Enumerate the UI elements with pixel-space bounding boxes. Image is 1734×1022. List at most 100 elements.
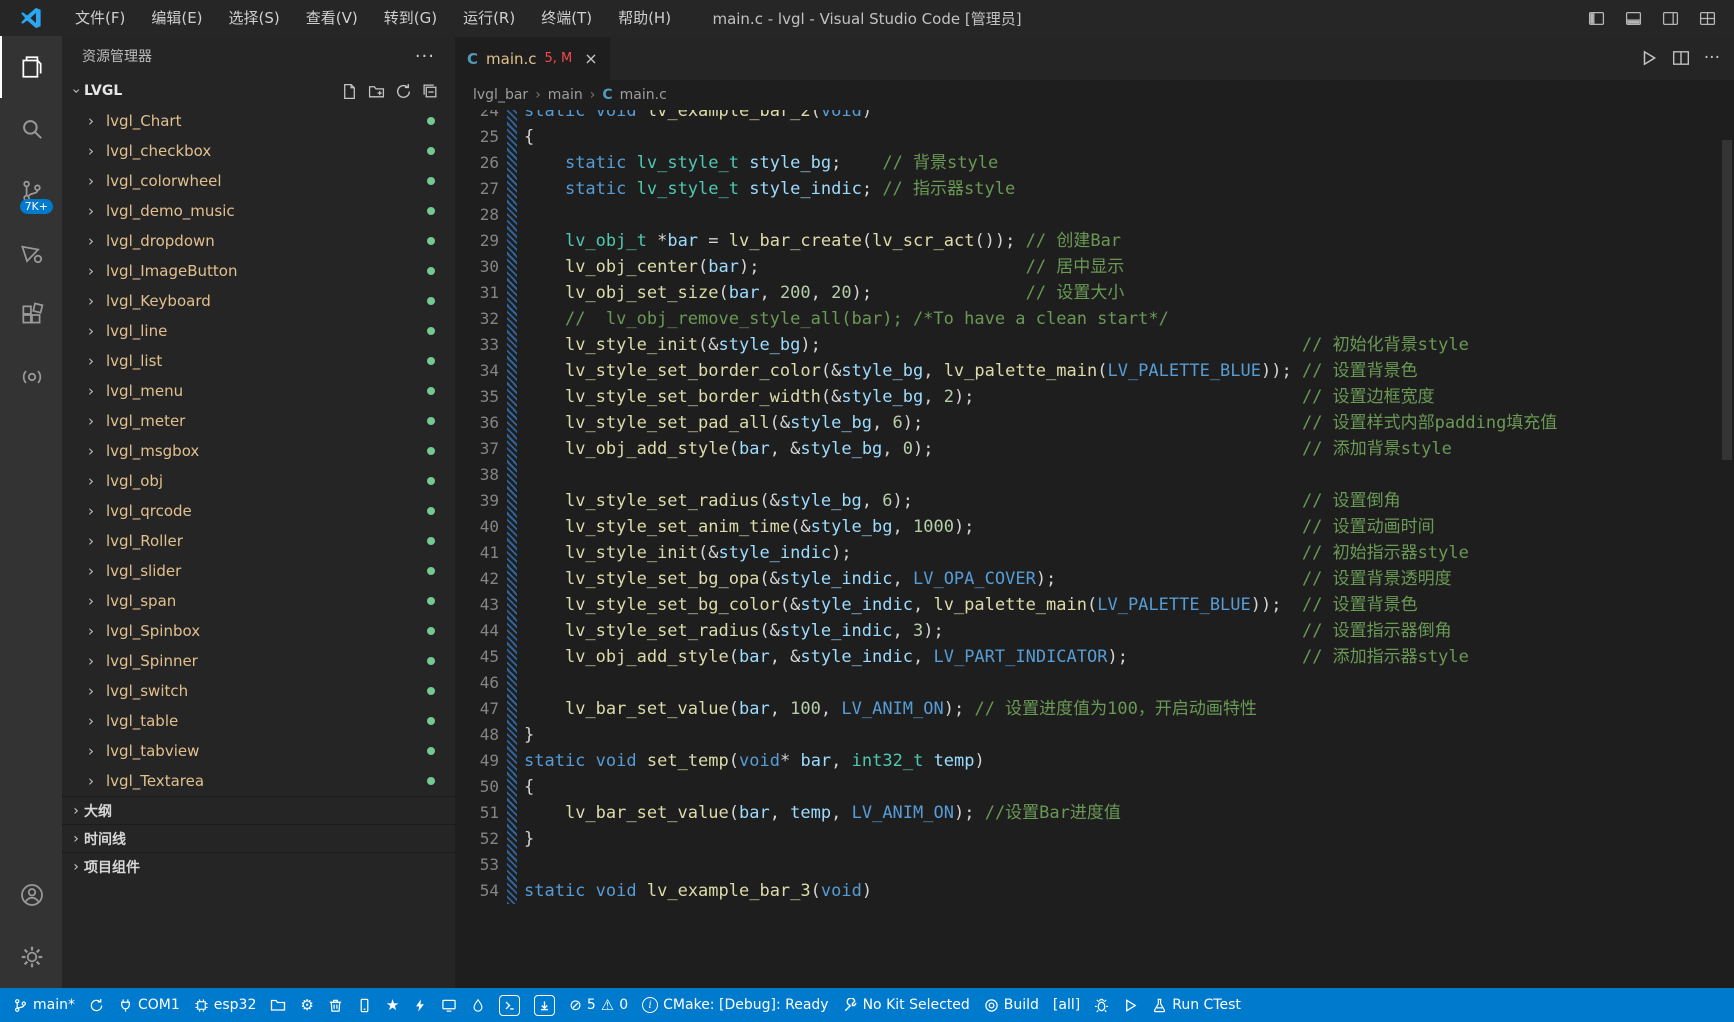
cmake-status-item[interactable]: i CMake: [Debug]: Ready — [635, 988, 835, 1022]
code-line-29[interactable]: 29 lv_obj_t *bar = lv_bar_create(lv_scr_… — [455, 228, 1734, 254]
sidebar-section-时间线[interactable]: ›时间线 — [62, 824, 455, 852]
cmake-build-button[interactable]: Build — [977, 988, 1046, 1022]
code-line-35[interactable]: 35 lv_style_set_border_width(&style_bg, … — [455, 384, 1734, 410]
more-actions-icon[interactable]: ··· — [1704, 48, 1720, 68]
build-target-item[interactable]: [all] — [1046, 988, 1087, 1022]
tree-item-lvgl_ImageButton[interactable]: ›lvgl_ImageButton — [62, 256, 455, 286]
menu-item[interactable]: 编辑(E) — [138, 0, 215, 36]
more-actions-icon[interactable]: ··· — [415, 46, 435, 67]
menu-item[interactable]: 转到(G) — [371, 0, 450, 36]
code-line-49[interactable]: 49static void set_temp(void* bar, int32_… — [455, 748, 1734, 774]
search-activity-icon[interactable] — [0, 98, 62, 160]
cmake-debug-button[interactable] — [1087, 988, 1116, 1022]
code-line-53[interactable]: 53 — [455, 852, 1734, 878]
split-editor-icon[interactable] — [1672, 49, 1690, 67]
tree-item-lvgl_switch[interactable]: ›lvgl_switch — [62, 676, 455, 706]
tab-main-c[interactable]: C main.c 5, M × — [455, 36, 610, 80]
explorer-section-lvgl[interactable]: › LVGL — [62, 76, 455, 106]
tree-item-lvgl_slider[interactable]: ›lvgl_slider — [62, 556, 455, 586]
new-file-icon[interactable] — [341, 83, 358, 100]
sync-changes-item[interactable] — [82, 988, 111, 1022]
tree-item-lvgl_Keyboard[interactable]: ›lvgl_Keyboard — [62, 286, 455, 316]
code-line-24[interactable]: 24static void lv_example_bar_2(void) — [455, 110, 1734, 124]
cmake-kit-item[interactable]: No Kit Selected — [836, 988, 977, 1022]
breadcrumb[interactable]: lvgl_bar › main › C main.c — [455, 80, 1734, 110]
code-line-27[interactable]: 27 static lv_style_t style_indic; // 指示器… — [455, 176, 1734, 202]
customize-layout-icon[interactable] — [1699, 10, 1716, 27]
breadcrumb-file[interactable]: main.c — [620, 87, 667, 103]
monitor-button[interactable] — [434, 988, 464, 1022]
account-icon[interactable] — [0, 864, 62, 926]
menu-item[interactable]: 查看(V) — [293, 0, 371, 36]
code-line-42[interactable]: 42 lv_style_set_bg_opa(&style_indic, LV_… — [455, 566, 1734, 592]
tree-item-lvgl_Textarea[interactable]: ›lvgl_Textarea — [62, 766, 455, 796]
menu-item[interactable]: 选择(S) — [216, 0, 293, 36]
code-line-37[interactable]: 37 lv_obj_add_style(bar, &style_bg, 0); … — [455, 436, 1734, 462]
code-line-50[interactable]: 50{ — [455, 774, 1734, 800]
breadcrumb-root[interactable]: lvgl_bar — [473, 87, 528, 103]
code-line-34[interactable]: 34 lv_style_set_border_color(&style_bg, … — [455, 358, 1734, 384]
code-line-39[interactable]: 39 lv_style_set_radius(&style_bg, 6); //… — [455, 488, 1734, 514]
folder-button[interactable] — [263, 988, 293, 1022]
code-line-44[interactable]: 44 lv_style_set_radius(&style_indic, 3);… — [455, 618, 1734, 644]
new-folder-icon[interactable] — [368, 83, 385, 100]
sidebar-section-项目组件[interactable]: ›项目组件 — [62, 852, 455, 880]
tree-item-lvgl_line[interactable]: ›lvgl_line — [62, 316, 455, 346]
clean-button[interactable] — [321, 988, 350, 1022]
tree-item-lvgl_span[interactable]: ›lvgl_span — [62, 586, 455, 616]
toggle-primary-sidebar-icon[interactable] — [1588, 10, 1605, 27]
serial-port-item[interactable]: COM1 — [111, 988, 187, 1022]
device-button[interactable] — [350, 988, 379, 1022]
code-editor[interactable]: 24static void lv_example_bar_2(void)25{2… — [455, 110, 1734, 988]
git-branch-item[interactable]: main* — [6, 988, 82, 1022]
code-line-46[interactable]: 46 — [455, 670, 1734, 696]
close-icon[interactable]: × — [584, 49, 597, 68]
run-file-icon[interactable] — [1640, 49, 1658, 67]
terminal-button[interactable] — [492, 988, 527, 1022]
menu-item[interactable]: 帮助(H) — [605, 0, 684, 36]
code-line-40[interactable]: 40 lv_style_set_anim_time(&style_bg, 100… — [455, 514, 1734, 540]
vertical-scrollbar[interactable] — [1722, 140, 1732, 460]
code-line-26[interactable]: 26 static lv_style_t style_bg; // 背景styl… — [455, 150, 1734, 176]
menuconfig-button[interactable]: ⚙ — [293, 988, 320, 1022]
tree-item-lvgl_qrcode[interactable]: ›lvgl_qrcode — [62, 496, 455, 526]
tree-item-lvgl_Roller[interactable]: ›lvgl_Roller — [62, 526, 455, 556]
code-line-30[interactable]: 30 lv_obj_center(bar); // 居中显示 — [455, 254, 1734, 280]
tree-item-lvgl_Spinner[interactable]: ›lvgl_Spinner — [62, 646, 455, 676]
code-line-51[interactable]: 51 lv_bar_set_value(bar, temp, LV_ANIM_O… — [455, 800, 1734, 826]
code-line-32[interactable]: 32 // lv_obj_remove_style_all(bar); /*To… — [455, 306, 1734, 332]
menu-item[interactable]: 文件(F) — [62, 0, 138, 36]
flash-button[interactable] — [406, 988, 434, 1022]
tree-item-lvgl_table[interactable]: ›lvgl_table — [62, 706, 455, 736]
board-item[interactable]: esp32 — [187, 988, 264, 1022]
code-line-47[interactable]: 47 lv_bar_set_value(bar, 100, LV_ANIM_ON… — [455, 696, 1734, 722]
flash-monitor-button[interactable] — [464, 988, 492, 1022]
extensions-activity-icon[interactable] — [0, 284, 62, 346]
problems-item[interactable]: ⊘ 5 ⚠ 0 — [562, 988, 635, 1022]
tree-item-lvgl_colorwheel[interactable]: ›lvgl_colorwheel — [62, 166, 455, 196]
collapse-all-icon[interactable] — [422, 83, 439, 100]
code-line-43[interactable]: 43 lv_style_set_bg_color(&style_indic, l… — [455, 592, 1734, 618]
refresh-icon[interactable] — [395, 83, 412, 100]
sidebar-section-大纲[interactable]: ›大纲 — [62, 796, 455, 824]
tree-item-lvgl_obj[interactable]: ›lvgl_obj — [62, 466, 455, 496]
source-control-activity-icon[interactable]: 7K+ — [0, 160, 62, 222]
settings-gear-icon[interactable] — [0, 926, 62, 988]
code-line-54[interactable]: 54static void lv_example_bar_3(void) — [455, 878, 1734, 904]
tree-item-lvgl_demo_music[interactable]: ›lvgl_demo_music — [62, 196, 455, 226]
code-line-33[interactable]: 33 lv_style_init(&style_bg); // 初始化背景sty… — [455, 332, 1734, 358]
tree-item-lvgl_menu[interactable]: ›lvgl_menu — [62, 376, 455, 406]
explorer-activity-icon[interactable] — [0, 36, 62, 98]
code-line-52[interactable]: 52} — [455, 826, 1734, 852]
menu-item[interactable]: 运行(R) — [450, 0, 528, 36]
code-line-31[interactable]: 31 lv_obj_set_size(bar, 200, 20); // 设置大… — [455, 280, 1734, 306]
code-line-38[interactable]: 38 — [455, 462, 1734, 488]
tree-item-lvgl_dropdown[interactable]: ›lvgl_dropdown — [62, 226, 455, 256]
code-line-28[interactable]: 28 — [455, 202, 1734, 228]
toggle-panel-icon[interactable] — [1625, 10, 1642, 27]
menu-item[interactable]: 终端(T) — [528, 0, 605, 36]
tree-item-lvgl_checkbox[interactable]: ›lvgl_checkbox — [62, 136, 455, 166]
code-line-36[interactable]: 36 lv_style_set_pad_all(&style_bg, 6); /… — [455, 410, 1734, 436]
download-button[interactable] — [527, 988, 562, 1022]
tree-item-lvgl_list[interactable]: ›lvgl_list — [62, 346, 455, 376]
